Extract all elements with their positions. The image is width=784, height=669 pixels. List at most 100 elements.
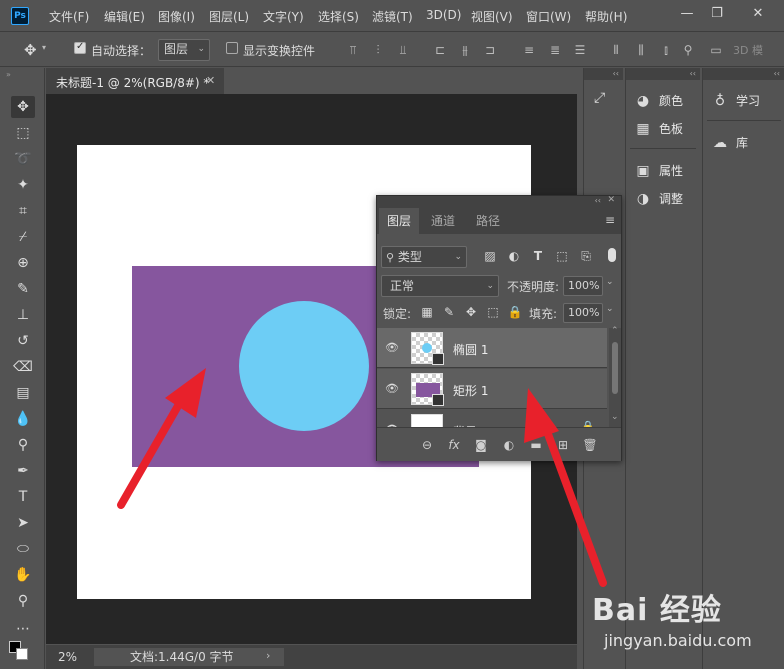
eye-icon[interactable]: 👁 — [385, 341, 399, 355]
tab-paths[interactable]: 路径 — [468, 208, 508, 234]
new-group-icon[interactable]: ▬ — [528, 437, 544, 453]
lock-image-icon[interactable]: ✎ — [441, 304, 457, 320]
libraries-panel-button[interactable]: ☁ 库 — [711, 134, 748, 151]
properties-panel-button[interactable]: ▣ 属性 — [634, 162, 683, 179]
tool-preset-chevron-icon[interactable]: ▾ — [42, 43, 46, 52]
opacity-chevron-icon[interactable]: ⌄ — [606, 277, 614, 287]
history-icon[interactable]: ⤢ — [594, 90, 605, 106]
collapse-panel-icon[interactable]: ‹‹ — [595, 196, 601, 205]
blur-tool-button[interactable]: 💧 — [11, 408, 35, 430]
healing-brush-tool-button[interactable]: ⊕ — [11, 252, 35, 274]
fill-input[interactable]: 100% — [563, 303, 603, 323]
3d-mode-icon[interactable]: ▭ — [708, 42, 724, 58]
type-tool-button[interactable]: T — [11, 486, 35, 508]
hand-tool-button[interactable]: ✋ — [11, 564, 35, 586]
menu-edit[interactable]: 编辑(E) — [104, 8, 145, 25]
filter-shape-icon[interactable]: ⬚ — [554, 248, 570, 264]
collapse-toolbar-icon[interactable]: » — [6, 70, 11, 79]
auto-select-target-dropdown[interactable]: 图层 ⌄ — [158, 39, 210, 61]
align-right-icon[interactable]: ⊐ — [482, 42, 498, 58]
minimize-button[interactable]: — — [675, 4, 699, 24]
new-adjustment-layer-icon[interactable]: ◐ — [501, 437, 517, 453]
menu-type[interactable]: 文字(Y) — [263, 8, 304, 25]
dock-collapse-icon[interactable]: ‹‹ — [626, 68, 700, 80]
tab-channels[interactable]: 通道 — [423, 208, 463, 234]
filter-type-icon[interactable]: T — [530, 248, 546, 264]
layer-row[interactable]: 👁 背景 🔒 — [377, 410, 607, 427]
delete-layer-icon[interactable]: 🗑 — [582, 437, 598, 453]
add-mask-icon[interactable]: ◙ — [473, 437, 489, 453]
filter-toggle-switch[interactable] — [608, 248, 616, 262]
align-top-icon[interactable]: ⫪ — [345, 42, 361, 58]
link-layers-icon[interactable]: ⊖ — [419, 437, 435, 453]
document-info[interactable]: 文档:1.44G/0 字节 — [94, 648, 284, 666]
opacity-input[interactable]: 100% — [563, 276, 603, 296]
lock-artboard-icon[interactable]: ⬚ — [485, 304, 501, 320]
blue-ellipse-shape[interactable] — [239, 301, 369, 431]
layer-style-icon[interactable]: fx — [446, 437, 462, 453]
eraser-tool-button[interactable]: ⌫ — [11, 356, 35, 378]
stamp-tool-button[interactable]: ⊥ — [11, 304, 35, 326]
new-layer-icon[interactable]: ⊞ — [555, 437, 571, 453]
layers-panel-titlebar[interactable]: ‹‹ ✕ — [377, 195, 621, 208]
tab-layers[interactable]: 图层 — [379, 208, 420, 234]
dock-collapse-icon[interactable]: ‹‹ — [584, 68, 623, 80]
history-brush-tool-button[interactable]: ↺ — [11, 330, 35, 352]
gradient-tool-button[interactable]: ▤ — [11, 382, 35, 404]
move-tool-icon[interactable]: ✥ — [24, 41, 37, 59]
adjustments-panel-button[interactable]: ◑ 调整 — [634, 190, 683, 207]
filter-smart-object-icon[interactable]: ⎘ — [578, 248, 594, 264]
color-panel-button[interactable]: ◕ 颜色 — [634, 92, 683, 109]
distribute-hcenter-icon[interactable]: ⫼ — [633, 42, 649, 58]
distribute-bottom-icon[interactable]: ☰ — [572, 42, 588, 58]
scrollbar-thumb[interactable] — [612, 342, 618, 394]
fill-chevron-icon[interactable]: ⌄ — [606, 304, 614, 314]
menu-window[interactable]: 窗口(W) — [526, 8, 571, 25]
menu-layer[interactable]: 图层(L) — [209, 8, 249, 25]
layer-filter-dropdown[interactable]: ⚲ 类型 ⌄ — [381, 246, 467, 268]
eyedropper-tool-button[interactable]: ⌿ — [11, 226, 35, 248]
restore-button[interactable]: ❐ — [705, 4, 729, 24]
auto-align-icon[interactable]: ⚲ — [680, 42, 696, 58]
marquee-tool-button[interactable]: ⬚ — [11, 122, 35, 144]
menu-select[interactable]: 选择(S) — [318, 8, 359, 25]
distribute-right-icon[interactable]: ⫾ — [658, 42, 674, 58]
lock-all-icon[interactable]: 🔒 — [507, 304, 523, 320]
learn-panel-button[interactable]: ♁ 学习 — [711, 92, 760, 109]
pen-tool-button[interactable]: ✒ — [11, 460, 35, 482]
swatches-panel-button[interactable]: ▦ 色板 — [634, 120, 683, 137]
distribute-top-icon[interactable]: ≡ — [521, 42, 537, 58]
scroll-up-icon[interactable]: ⌃ — [611, 326, 619, 336]
menu-3d[interactable]: 3D(D) — [426, 8, 461, 22]
align-vcenter-icon[interactable]: ⫶ — [370, 42, 386, 58]
filter-pixel-icon[interactable]: ▨ — [482, 248, 498, 264]
distribute-left-icon[interactable]: ⦀ — [608, 42, 624, 58]
lock-position-icon[interactable]: ✥ — [463, 304, 479, 320]
filter-adjustment-icon[interactable]: ◐ — [506, 248, 522, 264]
eye-icon[interactable]: 👁 — [385, 382, 399, 396]
align-hcenter-icon[interactable]: ⫵ — [457, 42, 473, 58]
more-tools-icon[interactable]: ⋯ — [11, 618, 35, 640]
status-menu-chevron-icon[interactable]: › — [266, 649, 270, 662]
magic-wand-tool-button[interactable]: ✦ — [11, 174, 35, 196]
close-window-button[interactable]: ✕ — [746, 4, 770, 24]
lock-transparent-icon[interactable]: ▦ — [419, 304, 435, 320]
layer-row[interactable]: 👁 椭圆 1 — [377, 328, 607, 368]
menu-file[interactable]: 文件(F) — [49, 8, 89, 25]
dodge-tool-button[interactable]: ⚲ — [11, 434, 35, 456]
layer-name[interactable]: 椭圆 1 — [453, 341, 488, 358]
scroll-down-icon[interactable]: ⌄ — [611, 412, 619, 422]
auto-select-checkbox[interactable] — [74, 41, 86, 54]
panel-menu-icon[interactable]: ≡ — [605, 213, 615, 227]
distribute-vcenter-icon[interactable]: ≣ — [547, 42, 563, 58]
blend-mode-dropdown[interactable]: 正常 ⌄ — [381, 275, 499, 297]
menu-view[interactable]: 视图(V) — [471, 8, 513, 25]
move-tool-button[interactable]: ✥ — [11, 96, 35, 118]
background-color-swatch[interactable] — [16, 648, 28, 660]
menu-help[interactable]: 帮助(H) — [585, 8, 627, 25]
menu-image[interactable]: 图像(I) — [158, 8, 195, 25]
align-left-icon[interactable]: ⊏ — [432, 42, 448, 58]
layers-scrollbar[interactable]: ⌃ ⌄ — [609, 326, 621, 427]
menu-filter[interactable]: 滤镜(T) — [372, 8, 413, 25]
lasso-tool-button[interactable]: ➰ — [11, 148, 35, 170]
